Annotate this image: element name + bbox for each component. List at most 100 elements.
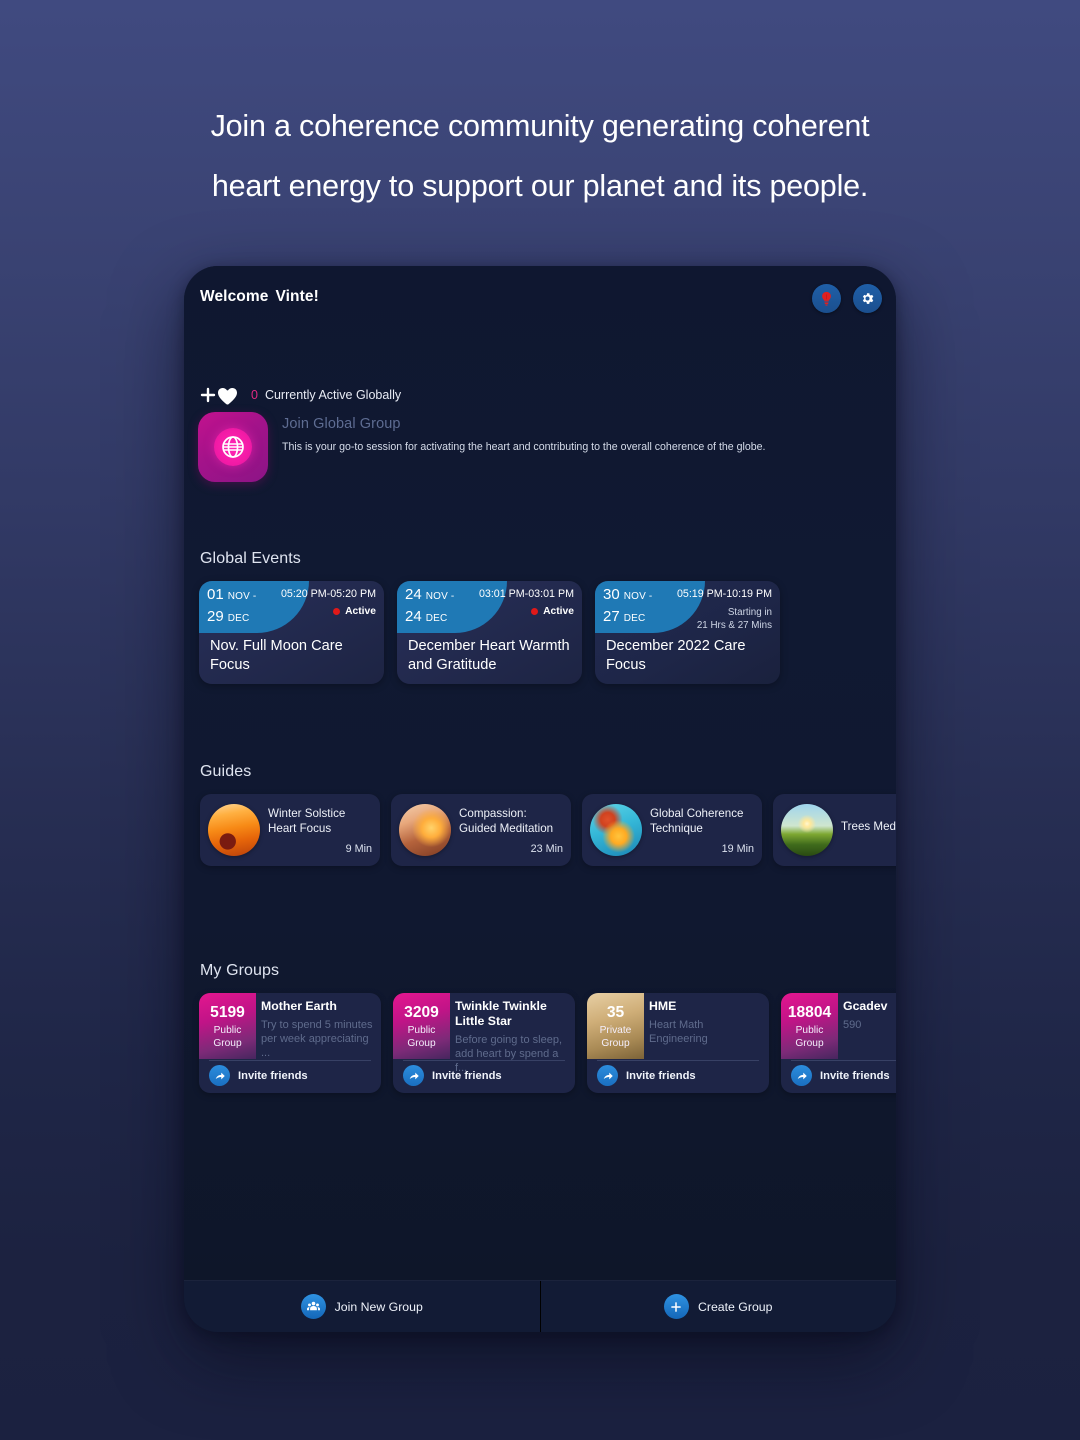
event-time: 03:01 PM-03:01 PM [478, 588, 574, 600]
group-kind-line2: Group [213, 1037, 242, 1049]
event-meta: 05:20 PM-05:20 PM Active [281, 588, 376, 617]
guide-duration: 9 Min [345, 842, 372, 855]
tree-field-thumb-icon [781, 804, 833, 856]
event-time: 05:20 PM-05:20 PM [280, 588, 376, 600]
group-kind-line2: Group [795, 1037, 824, 1049]
global-group-tile[interactable] [198, 412, 268, 482]
guides-section: Guides Winter Solstice Heart Focus 9 Min… [184, 763, 896, 866]
divider [597, 1060, 759, 1061]
global-events-section: Global Events 01 NOV - 29 DEC 05:20 PM-0… [184, 550, 896, 684]
group-people-icon [300, 1294, 326, 1319]
group-card[interactable]: 35 Private Group HME Heart Math Engineer… [587, 993, 769, 1093]
event-card[interactable]: 24 NOV - 24 DEC 03:01 PM-03:01 PM Active [397, 581, 582, 684]
group-name: HME [649, 999, 677, 1013]
group-name: Mother Earth [261, 999, 337, 1013]
event-card[interactable]: 30 NOV - 27 DEC 05:19 PM-10:19 PM Starti… [595, 581, 780, 684]
guide-name: Compassion: Guided Meditation [459, 806, 554, 835]
create-group-button[interactable]: Create Group [541, 1281, 897, 1332]
event-status: Active [479, 606, 574, 617]
event-start-day: 01 [207, 586, 224, 603]
group-description: Heart Math Engineering [649, 1019, 708, 1045]
group-count-badge: 3209 Public Group [393, 993, 450, 1059]
guide-card[interactable]: Global Coherence Technique 19 Min [582, 794, 762, 866]
event-start-month: NOV - [623, 591, 653, 602]
headline-line-2: heart energy to support our planet and i… [211, 169, 869, 203]
headline-line-1: Join a coherence community generating co… [210, 109, 870, 143]
group-member-count: 3209 [404, 1004, 439, 1021]
group-kind-line1: Public [213, 1025, 242, 1036]
active-count: 0 [251, 388, 258, 402]
global-events-title: Global Events [200, 550, 301, 567]
guide-card[interactable]: Trees Medit [773, 794, 896, 866]
group-count-badge: 5199 Public Group [199, 993, 256, 1059]
invite-friends-label: Invite friends [626, 1069, 696, 1082]
sunset-clouds-thumb-icon [208, 804, 260, 856]
guide-duration: 19 Min [721, 842, 754, 855]
plus-icon [663, 1294, 689, 1319]
lightbulb-button[interactable] [812, 284, 841, 313]
guides-carousel[interactable]: Winter Solstice Heart Focus 9 Min Compas… [184, 794, 896, 866]
share-arrow-icon [209, 1065, 230, 1086]
group-kind-line1: Public [795, 1025, 824, 1036]
group-kind-line2: Group [407, 1037, 436, 1049]
event-start-month: NOV - [425, 591, 455, 602]
status-dot-icon [531, 608, 539, 615]
gear-icon [862, 293, 874, 304]
hands-heart-thumb-icon [399, 804, 451, 856]
event-end-day: 27 [603, 608, 620, 625]
active-globally-row: 0 Currently Active Globally [198, 384, 401, 406]
group-member-count: 35 [606, 1004, 625, 1021]
guide-card[interactable]: Winter Solstice Heart Focus 9 Min [200, 794, 380, 866]
share-arrow-icon [597, 1065, 618, 1086]
invite-friends-label: Invite friends [432, 1069, 502, 1082]
guides-title: Guides [200, 763, 252, 780]
event-time: 05:19 PM-10:19 PM [676, 588, 772, 600]
invite-friends-label: Invite friends [238, 1069, 308, 1082]
group-description: Try to spend 5 minutes per week apprecia… [261, 1019, 373, 1059]
invite-friends-button[interactable]: Invite friends [597, 1065, 696, 1086]
divider [209, 1060, 371, 1061]
app-header: Welcome Vinte! [184, 266, 896, 338]
group-count-badge: 18804 Public Group [781, 993, 838, 1059]
invite-friends-button[interactable]: Invite friends [403, 1065, 502, 1086]
invite-friends-button[interactable]: Invite friends [209, 1065, 308, 1086]
event-status: Active [281, 606, 376, 617]
event-status-label: Active [543, 606, 574, 617]
share-arrow-icon [791, 1065, 812, 1086]
status-dot-icon [333, 608, 341, 615]
settings-button[interactable] [853, 284, 882, 313]
guide-name: Winter Solstice Heart Focus [268, 806, 346, 835]
globe-icon [214, 428, 252, 466]
event-meta: 03:01 PM-03:01 PM Active [479, 588, 574, 617]
my-groups-title: My Groups [200, 962, 280, 979]
event-card[interactable]: 01 NOV - 29 DEC 05:20 PM-05:20 PM Active [199, 581, 384, 684]
group-kind-line2: Group [601, 1037, 630, 1049]
divider [791, 1060, 896, 1061]
event-end-month: DEC [227, 613, 250, 624]
welcome-greeting: Welcome Vinte! [200, 288, 319, 306]
event-meta: 05:19 PM-10:19 PM Starting in 21 Hrs & 2… [677, 588, 772, 632]
guide-name: Global Coherence Technique [650, 806, 744, 835]
event-starting-in-line1: Starting in [727, 607, 772, 618]
bottom-action-bar: Join New Group Create Group [184, 1280, 896, 1332]
event-end-day: 29 [207, 608, 224, 625]
my-groups-carousel[interactable]: 5199 Public Group Mother Earth Try to sp… [184, 993, 896, 1093]
event-start-month: NOV - [227, 591, 257, 602]
group-card[interactable]: 5199 Public Group Mother Earth Try to sp… [199, 993, 381, 1093]
global-events-carousel[interactable]: 01 NOV - 29 DEC 05:20 PM-05:20 PM Active [184, 581, 896, 684]
guide-duration: 23 Min [530, 842, 563, 855]
event-end-day: 24 [405, 608, 422, 625]
event-status-label: Active [345, 606, 376, 617]
invite-friends-button[interactable]: Invite friends [791, 1065, 890, 1086]
guide-name: Trees Medit [841, 820, 896, 833]
group-member-count: 18804 [787, 1004, 832, 1021]
event-start-day: 24 [405, 586, 422, 603]
join-new-group-label: Join New Group [334, 1299, 423, 1314]
lightbulb-icon [822, 291, 831, 306]
guide-card[interactable]: Compassion: Guided Meditation 23 Min [391, 794, 571, 866]
join-global-group-row[interactable]: Join Global Group This is your go-to ses… [198, 412, 882, 498]
group-description: 590 [843, 1019, 862, 1031]
group-card[interactable]: 3209 Public Group Twinkle Twinkle Little… [393, 993, 575, 1093]
join-new-group-button[interactable]: Join New Group [184, 1281, 540, 1332]
group-card[interactable]: 18804 Public Group Gcadev 590 Invite fri… [781, 993, 896, 1093]
